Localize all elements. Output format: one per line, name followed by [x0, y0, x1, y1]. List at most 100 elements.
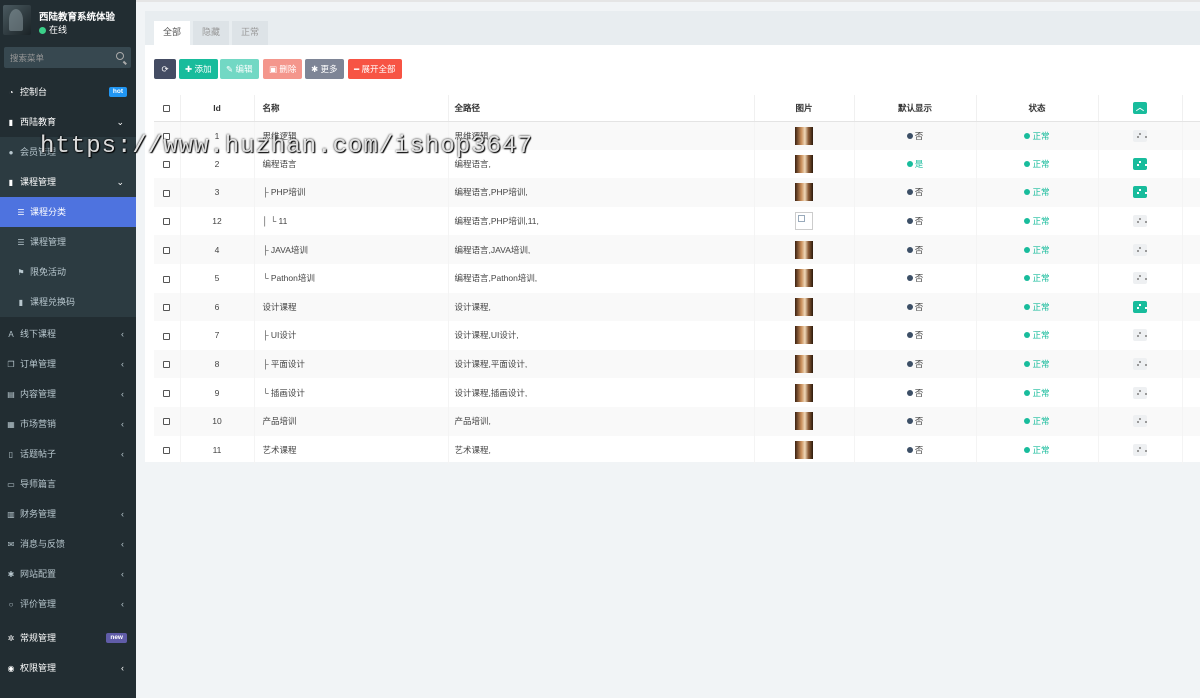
- sidebar-item-4[interactable]: ☰ 课程分类: [0, 197, 136, 227]
- table-row[interactable]: 10 产品培训 产品培训, 否 正常: [154, 406, 1200, 436]
- category-image[interactable]: [795, 355, 813, 374]
- row-checkbox[interactable]: [163, 218, 171, 226]
- sidebar-item-19[interactable]: ◉ 权限管理 ‹: [0, 653, 136, 683]
- row-operate: [1098, 292, 1183, 322]
- row-checkbox[interactable]: [163, 275, 171, 283]
- sitemap-icon[interactable]: [1133, 129, 1147, 142]
- select-all-checkbox[interactable]: [163, 105, 171, 112]
- sidebar-item-5[interactable]: ☰ 课程管理: [0, 227, 136, 257]
- sitemap-icon[interactable]: [1133, 215, 1147, 228]
- row-checkbox[interactable]: [163, 304, 171, 312]
- category-image[interactable]: [795, 269, 813, 288]
- sitemap-icon[interactable]: [1133, 415, 1147, 428]
- sidebar-item-1[interactable]: ▮ 西陆教育 ⌄: [0, 107, 136, 137]
- row-checkbox[interactable]: [163, 361, 171, 369]
- table-row[interactable]: 3 ├ PHP培训 编程语言,PHP培训, 否 正常: [154, 178, 1200, 207]
- avatar[interactable]: [3, 5, 31, 35]
- table-row[interactable]: 4 ├ JAVA培训 编程语言,JAVA培训, 否 正常: [154, 235, 1200, 264]
- row-spacer: [1182, 406, 1200, 436]
- category-image[interactable]: [795, 383, 813, 402]
- status-label: 正常: [1032, 330, 1050, 341]
- chevron-up-icon[interactable]: ︿: [1133, 101, 1147, 114]
- sidebar-item-15[interactable]: ✉ 消息与反馈 ‹: [0, 529, 136, 559]
- category-image[interactable]: [795, 297, 813, 316]
- row-default-show: 否: [854, 263, 977, 293]
- broken-image-icon[interactable]: [795, 212, 813, 231]
- sidebar-item-8[interactable]: A 线下课程 ‹: [0, 319, 136, 349]
- sitemap-icon[interactable]: [1133, 443, 1147, 456]
- row-checkbox[interactable]: [163, 447, 171, 455]
- expand-all-button[interactable]: ━ 展开全部: [348, 59, 402, 79]
- default-show-label: 否: [914, 416, 924, 427]
- sidebar-item-12[interactable]: ▯ 话题帖子 ‹: [0, 439, 136, 469]
- sidebar-item-16[interactable]: ✱ 网站配置 ‹: [0, 559, 136, 589]
- sidebar-item-2[interactable]: ● 会员管理: [0, 137, 136, 167]
- sidebar-item-0[interactable]: ◔ 控制台 hot: [0, 77, 136, 107]
- sitemap-icon[interactable]: [1133, 300, 1147, 313]
- row-name: └ 插画设计: [254, 378, 449, 407]
- more-button[interactable]: ✱ 更多: [305, 59, 344, 79]
- row-operate: [1098, 321, 1183, 350]
- sitemap-icon[interactable]: [1133, 358, 1147, 371]
- category-image[interactable]: [795, 412, 813, 431]
- sidebar-item-label: 课程管理: [30, 237, 67, 247]
- sidebar-item-13[interactable]: ▭ 导师篇言: [0, 469, 136, 499]
- tab-normal[interactable]: 正常: [232, 21, 269, 45]
- tab-hidden[interactable]: 隐藏: [193, 21, 230, 45]
- edit-button[interactable]: ✎ 编辑: [220, 59, 259, 79]
- row-image-cell: [754, 435, 855, 465]
- status-label: 正常: [1032, 444, 1050, 455]
- table-row[interactable]: 2 编程语言 编程语言, 是 正常: [154, 149, 1200, 179]
- row-checkbox[interactable]: [163, 246, 171, 254]
- sidebar-item-11[interactable]: ▦ 市场营销 ‹: [0, 409, 136, 439]
- refresh-button[interactable]: ⟳: [154, 59, 176, 79]
- sitemap-icon[interactable]: [1133, 157, 1147, 170]
- category-image[interactable]: [795, 240, 813, 259]
- row-checkbox[interactable]: [163, 418, 171, 426]
- brand-panel: 西陆教育系统体验 在线: [0, 0, 136, 42]
- row-id: 1: [180, 121, 255, 150]
- sitemap-icon[interactable]: [1133, 243, 1147, 256]
- search-icon[interactable]: [116, 52, 124, 60]
- category-image[interactable]: [795, 154, 813, 173]
- row-checkbox[interactable]: [163, 132, 171, 140]
- table-row[interactable]: 7 ├ UI设计 设计课程,UI设计, 否 正常: [154, 321, 1200, 350]
- table-row[interactable]: 1 思维逻辑 思维逻辑, 否 正常: [154, 121, 1200, 150]
- chevron-down-icon: ⌄: [116, 177, 124, 187]
- category-image[interactable]: [795, 183, 813, 202]
- tab-all[interactable]: 全部: [154, 21, 191, 45]
- category-image[interactable]: [795, 326, 813, 345]
- sidebar-item-7[interactable]: ▮ 课程兑换码: [0, 287, 136, 317]
- category-image[interactable]: [795, 126, 813, 145]
- sitemap-icon[interactable]: [1133, 386, 1147, 399]
- sidebar-item-3[interactable]: ▮ 课程管理 ⌄: [0, 167, 136, 197]
- pencil-icon: ✎: [226, 64, 234, 74]
- table-row[interactable]: 5 └ Pathon培训 编程语言,Pathon培训, 否 正常: [154, 263, 1200, 293]
- category-image[interactable]: [795, 440, 813, 459]
- table-row[interactable]: 9 └ 插画设计 设计课程,插画设计, 否 正常: [154, 378, 1200, 407]
- row-checkbox[interactable]: [163, 389, 171, 397]
- row-image-cell: [754, 206, 855, 236]
- sidebar-item-6[interactable]: ⚑ 限免活动: [0, 257, 136, 287]
- sidebar-item-9[interactable]: ❐ 订单管理 ‹: [0, 349, 136, 379]
- table-row[interactable]: 6 设计课程 设计课程, 否 正常: [154, 292, 1200, 322]
- sitemap-icon[interactable]: [1133, 329, 1147, 342]
- sidebar-item-14[interactable]: ▥ 财务管理 ‹: [0, 499, 136, 529]
- row-checkbox[interactable]: [163, 161, 171, 169]
- sitemap-icon[interactable]: [1133, 272, 1147, 285]
- add-button[interactable]: ✚ 添加: [179, 59, 218, 79]
- sidebar-item-10[interactable]: ▤ 内容管理 ‹: [0, 379, 136, 409]
- sidebar-item-17[interactable]: ○ 评价管理 ‹: [0, 589, 136, 619]
- row-checkbox[interactable]: [163, 189, 171, 197]
- row-path: 编程语言,PHP培训,: [448, 178, 755, 207]
- row-path: 产品培训,: [448, 406, 755, 436]
- delete-button[interactable]: ▣ 删除: [263, 59, 303, 79]
- table-row[interactable]: 11 艺术课程 艺术课程, 否 正常: [154, 435, 1200, 465]
- sidebar-item-18[interactable]: ✲ 常规管理 new: [0, 623, 136, 653]
- header-id[interactable]: Id: [180, 95, 255, 122]
- sitemap-icon[interactable]: [1133, 186, 1147, 199]
- menu-search-input[interactable]: 搜索菜单: [4, 47, 131, 68]
- table-row[interactable]: 12 │ └ 11 编程语言,PHP培训,11, 否 正常: [154, 206, 1200, 236]
- row-checkbox[interactable]: [163, 332, 171, 340]
- table-row[interactable]: 8 ├ 平面设计 设计课程,平面设计, 否 正常: [154, 349, 1200, 379]
